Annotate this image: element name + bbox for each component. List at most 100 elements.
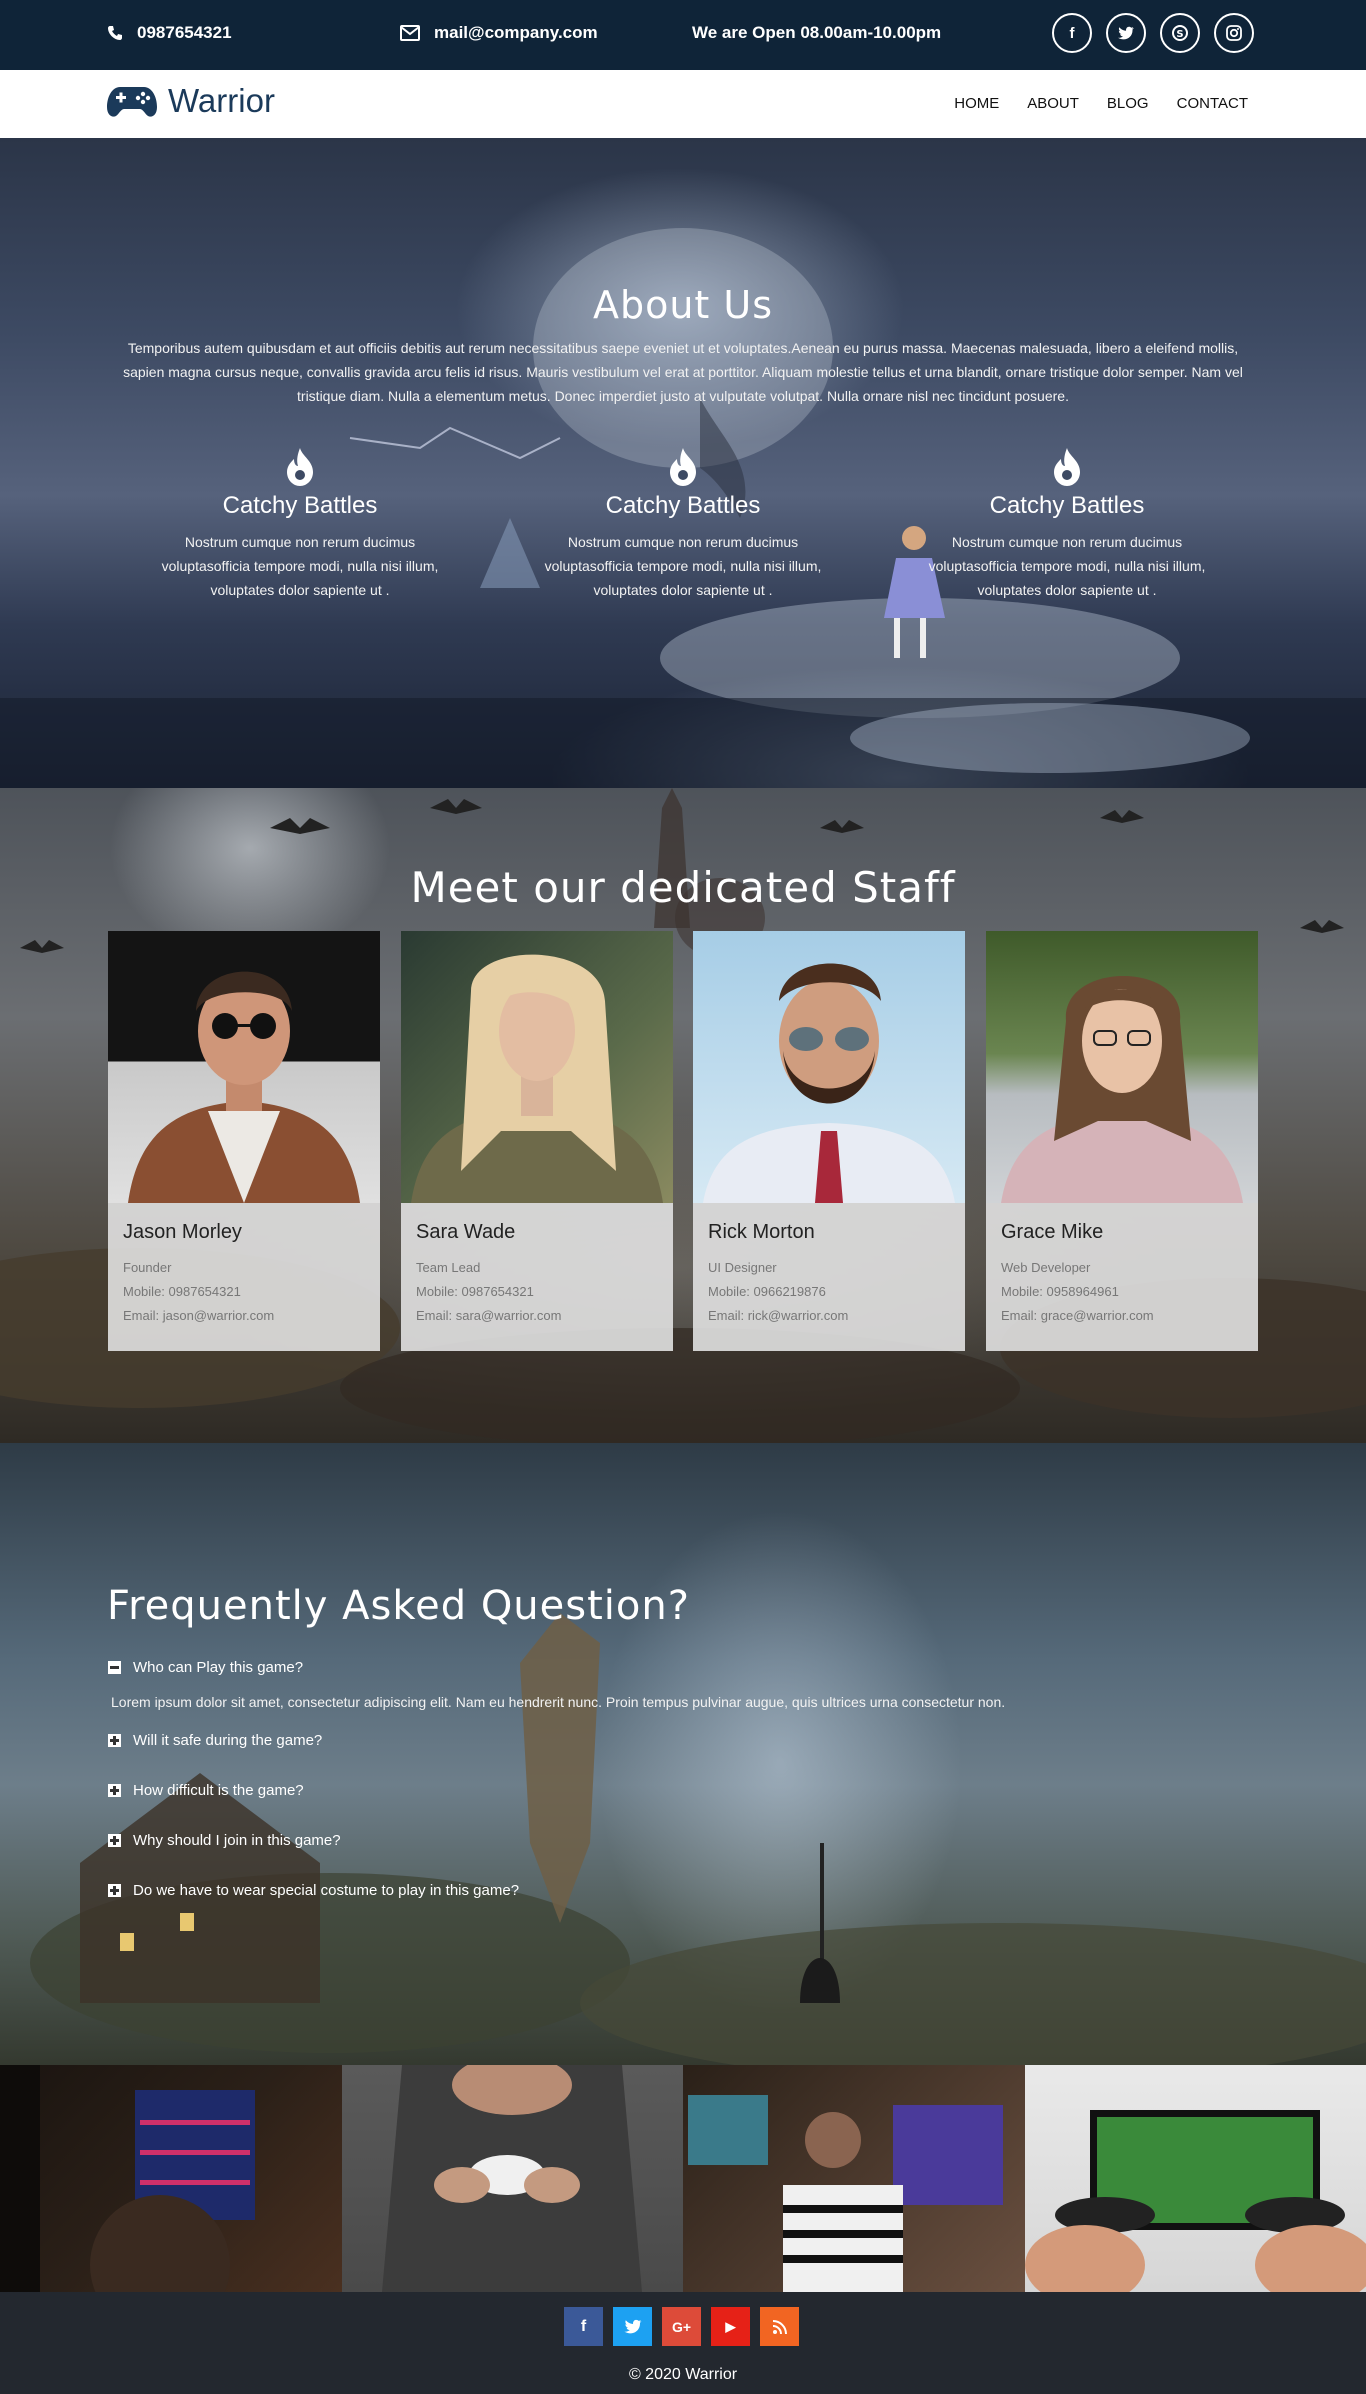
flame-icon: [670, 448, 696, 486]
staff-info: Jason Morley Founder Mobile: 0987654321 …: [108, 1203, 380, 1351]
phone-number: 0987654321: [137, 23, 232, 42]
feature-title: Catchy Battles: [989, 492, 1145, 519]
collapse-icon: [108, 1661, 121, 1674]
staff-name: Grace Mike: [1001, 1221, 1104, 1243]
top-social-links: f S: [1052, 13, 1254, 53]
gamepad-icon: [107, 87, 157, 117]
footer-social-links: f G+ ▶: [564, 2307, 799, 2346]
top-bar: 0987654321 mail@company.com We are Open …: [0, 0, 1366, 70]
faq-title: Frequently Asked Question?: [107, 1583, 690, 1629]
staff-email[interactable]: Email: rick@warrior.com: [708, 1304, 950, 1328]
nav-blog[interactable]: BLOG: [1107, 95, 1149, 112]
faq-question[interactable]: How difficult is the game?: [108, 1782, 304, 1799]
staff-role: Web Developer: [1001, 1260, 1091, 1275]
staff-mobile: Mobile: 0958964961: [1001, 1284, 1119, 1299]
faq-question-text: Why should I join in this game?: [133, 1832, 341, 1849]
footer: f G+ ▶ © 2020 Warrior: [0, 2292, 1366, 2394]
staff-name: Jason Morley: [123, 1221, 242, 1243]
staff-photo: [108, 931, 380, 1203]
gallery-image-arcade-player[interactable]: [683, 2065, 1025, 2292]
main-navbar: Warrior HOME ABOUT BLOG CONTACT: [0, 70, 1366, 138]
faq-question[interactable]: Do we have to wear special costume to pl…: [108, 1882, 519, 1899]
faq-question[interactable]: Will it safe during the game?: [108, 1732, 322, 1749]
faq-question-expanded[interactable]: Who can Play this game?: [108, 1659, 303, 1676]
staff-photo: [401, 931, 673, 1203]
brand-logo[interactable]: Warrior: [106, 82, 275, 120]
envelope-icon: [400, 25, 420, 41]
expand-icon: [108, 1834, 121, 1847]
flame-icon: [1054, 448, 1080, 486]
email-address: mail@company.com: [434, 23, 598, 42]
about-section: About Us Temporibus autem quibusdam et a…: [0, 138, 1366, 788]
gallery-image-tv-gaming[interactable]: [1024, 2065, 1366, 2292]
rss-icon[interactable]: [760, 2307, 799, 2346]
staff-mobile: Mobile: 0966219876: [708, 1284, 826, 1299]
staff-card: Grace Mike Web Developer Mobile: 0958964…: [986, 931, 1258, 1351]
expand-icon: [108, 1784, 121, 1797]
faq-question-text: Who can Play this game?: [133, 1659, 304, 1676]
copyright: © 2020 Warrior: [628, 2366, 738, 2383]
email-contact[interactable]: mail@company.com: [400, 23, 598, 43]
staff-photo: [986, 931, 1258, 1203]
expand-icon: [108, 1734, 121, 1747]
nav-contact[interactable]: CONTACT: [1177, 95, 1248, 112]
hours-text: We are Open 08.00am-10.00pm: [692, 23, 942, 42]
faq-answer: Lorem ipsum dolor sit amet, consectetur …: [111, 1694, 1006, 1710]
phone-contact[interactable]: 0987654321: [107, 23, 232, 43]
staff-role: UI Designer: [708, 1260, 777, 1275]
skype-icon[interactable]: S: [1160, 13, 1200, 53]
staff-email[interactable]: Email: grace@warrior.com: [1001, 1304, 1243, 1328]
staff-card: Jason Morley Founder Mobile: 0987654321 …: [108, 931, 380, 1351]
youtube-icon[interactable]: ▶: [711, 2307, 750, 2346]
instagram-icon[interactable]: [1214, 13, 1254, 53]
staff-role: Founder: [123, 1260, 172, 1275]
staff-name: Rick Morton: [708, 1221, 815, 1243]
staff-info: Rick Morton UI Designer Mobile: 09662198…: [693, 1203, 965, 1351]
nav-home[interactable]: HOME: [954, 95, 999, 112]
faq-background-art: [30, 1613, 1366, 2065]
staff-section: Meet our dedicated Staff Jason Morley Fo…: [0, 788, 1366, 1443]
nav-links: HOME ABOUT BLOG CONTACT: [954, 95, 1248, 112]
staff-mobile: Mobile: 0987654321: [123, 1284, 241, 1299]
feature-text: Nostrum cumque non rerum ducimus volupta…: [161, 534, 439, 598]
faq-section: Frequently Asked Question?: [0, 1443, 1366, 2065]
staff-card: Rick Morton UI Designer Mobile: 09662198…: [693, 931, 965, 1351]
google-plus-icon[interactable]: G+: [662, 2307, 701, 2346]
faq-question-text: Do we have to wear special costume to pl…: [133, 1882, 520, 1899]
svg-text:S: S: [1176, 29, 1183, 40]
twitter-icon[interactable]: [1106, 13, 1146, 53]
gallery-image-controller[interactable]: [341, 2065, 683, 2292]
staff-email[interactable]: Email: jason@warrior.com: [123, 1304, 365, 1328]
brand-name: Warrior: [168, 82, 275, 119]
staff-photo: [693, 931, 965, 1203]
staff-role: Team Lead: [416, 1260, 481, 1275]
staff-info: Grace Mike Web Developer Mobile: 0958964…: [986, 1203, 1258, 1351]
staff-mobile: Mobile: 0987654321: [416, 1284, 534, 1299]
expand-icon: [108, 1884, 121, 1897]
feature-title: Catchy Battles: [222, 492, 378, 519]
facebook-icon[interactable]: f: [1052, 13, 1092, 53]
feature-title: Catchy Battles: [605, 492, 761, 519]
staff-card: Sara Wade Team Lead Mobile: 0987654321 E…: [401, 931, 673, 1351]
about-title: About Us: [592, 283, 774, 327]
staff-name: Sara Wade: [416, 1221, 516, 1243]
feature-text: Nostrum cumque non rerum ducimus volupta…: [544, 534, 822, 598]
feature-text: Nostrum cumque non rerum ducimus volupta…: [928, 534, 1206, 598]
phone-icon: [108, 26, 122, 40]
faq-question-text: Will it safe during the game?: [133, 1732, 323, 1749]
staff-title: Meet our dedicated Staff: [410, 863, 956, 912]
staff-email[interactable]: Email: sara@warrior.com: [416, 1304, 658, 1328]
gallery-strip: [0, 2065, 1366, 2292]
feature-card: Catchy Battles Nostrum cumque non rerum …: [528, 448, 838, 602]
flame-icon: [287, 448, 313, 486]
twitter-icon[interactable]: [613, 2307, 652, 2346]
facebook-icon[interactable]: f: [564, 2307, 603, 2346]
faq-question-text: How difficult is the game?: [133, 1782, 304, 1799]
nav-about[interactable]: ABOUT: [1027, 95, 1079, 112]
staff-info: Sara Wade Team Lead Mobile: 0987654321 E…: [401, 1203, 673, 1351]
feature-card: Catchy Battles Nostrum cumque non rerum …: [145, 448, 455, 602]
faq-question[interactable]: Why should I join in this game?: [108, 1832, 341, 1849]
opening-hours: We are Open 08.00am-10.00pm: [692, 23, 941, 43]
gallery-image-arcade[interactable]: [0, 2065, 342, 2292]
about-description: Temporibus autem quibusdam et aut offici…: [123, 340, 1243, 404]
